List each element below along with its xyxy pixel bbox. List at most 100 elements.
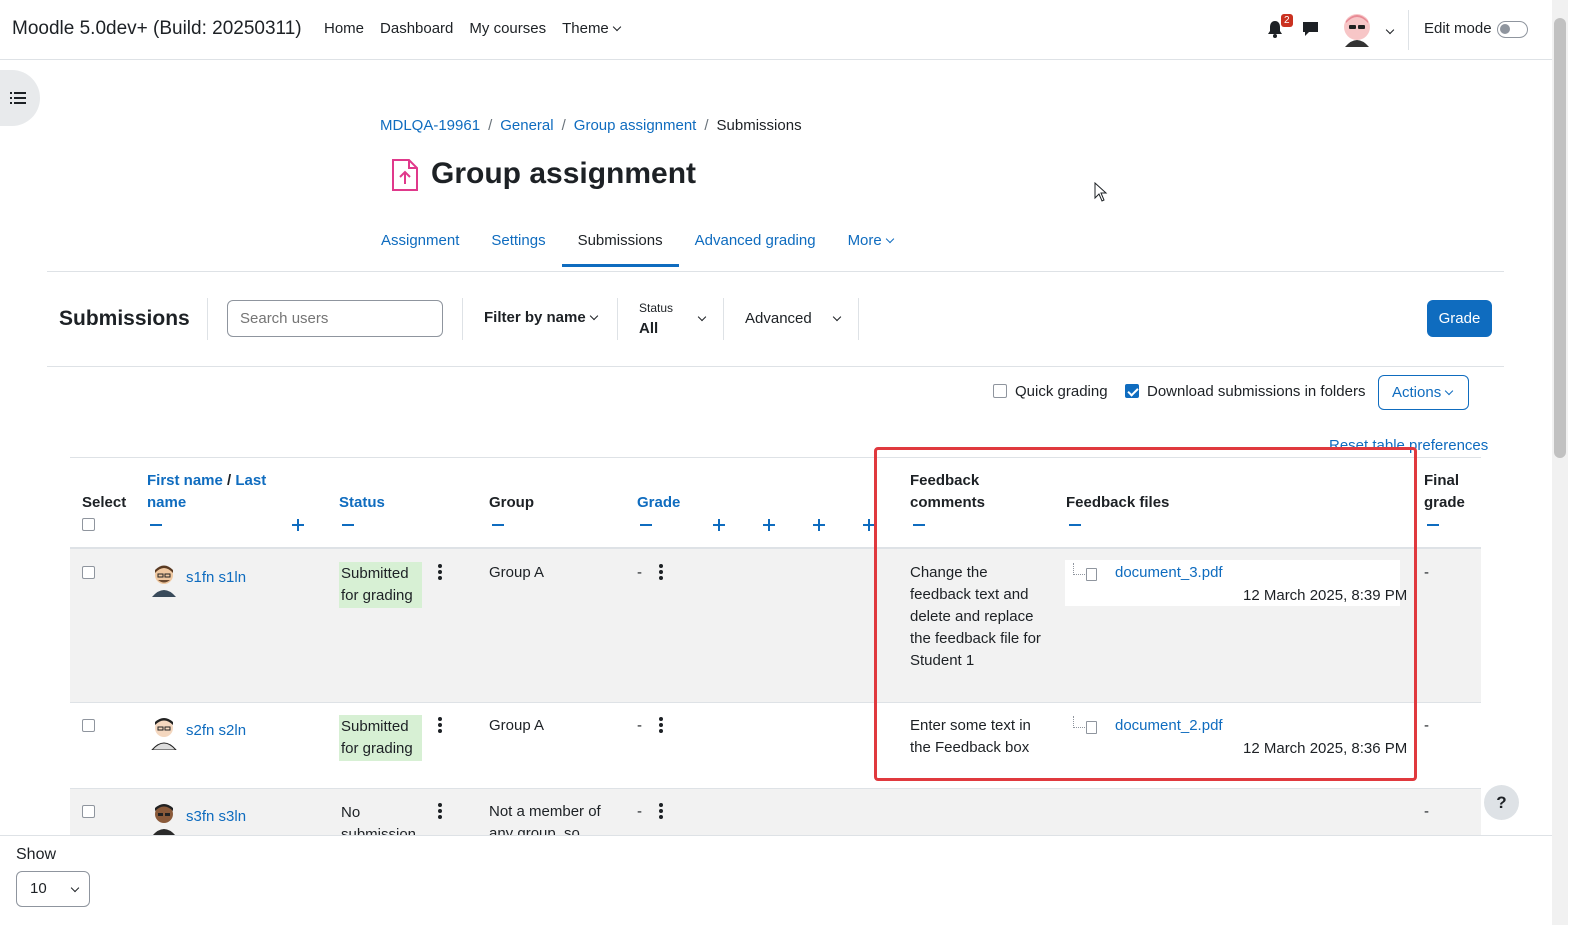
user-avatar[interactable] — [1343, 13, 1371, 47]
avatar — [151, 718, 177, 750]
tab-more-label: More — [847, 232, 882, 249]
actions-dropdown-button[interactable]: Actions — [1378, 375, 1469, 410]
assignment-icon — [392, 159, 418, 191]
collapse-grade-icon[interactable] — [640, 524, 652, 526]
expand-column-icon[interactable] — [813, 519, 825, 531]
search-users-input[interactable] — [227, 300, 443, 337]
chevron-down-icon — [70, 883, 80, 893]
sort-first-name[interactable]: First name — [147, 472, 223, 489]
per-page-value: 10 — [30, 880, 47, 897]
divider — [617, 298, 618, 340]
download-folders-checkbox[interactable] — [1125, 384, 1139, 398]
sort-status[interactable]: Status — [339, 494, 385, 511]
divider — [47, 271, 1504, 272]
breadcrumb-activity[interactable]: Group assignment — [574, 117, 697, 134]
collapse-final-grade-icon[interactable] — [1427, 524, 1439, 526]
course-index-toggle[interactable] — [0, 70, 40, 126]
collapse-status-icon[interactable] — [342, 524, 354, 526]
grade-cell: - — [637, 717, 642, 734]
grade-menu-icon[interactable] — [659, 564, 663, 580]
mouse-cursor-icon — [1094, 182, 1108, 202]
filter-by-name-label: Filter by name — [484, 309, 586, 326]
expand-column-icon[interactable] — [292, 519, 304, 531]
header-grade: Grade — [637, 492, 680, 514]
scrollbar-thumb[interactable] — [1554, 18, 1566, 458]
breadcrumb-course[interactable]: MDLQA-19961 — [380, 117, 480, 134]
filter-by-name-dropdown[interactable]: Filter by name — [484, 309, 598, 326]
notification-count-badge: 2 — [1281, 14, 1293, 27]
quick-grading-checkbox[interactable] — [993, 384, 1007, 398]
collapse-group-icon[interactable] — [492, 524, 504, 526]
row-select-checkbox[interactable] — [82, 719, 95, 732]
nav-home[interactable]: Home — [324, 20, 364, 37]
grade-cell: - — [637, 803, 642, 820]
per-page-select[interactable]: 10 — [16, 871, 90, 907]
header-group: Group — [489, 494, 534, 511]
breadcrumb-separator: / — [561, 117, 566, 134]
status-menu-icon[interactable] — [438, 803, 442, 819]
site-name[interactable]: Moodle 5.0dev+ (Build: 20250311) — [12, 18, 302, 40]
chevron-down-icon — [1444, 386, 1454, 396]
group-cell: Group A — [489, 717, 545, 734]
messages-icon[interactable] — [1302, 21, 1319, 37]
chevron-down-icon — [885, 234, 894, 244]
breadcrumb-separator: / — [488, 117, 493, 134]
select-all-checkbox[interactable] — [82, 518, 95, 531]
advanced-chevron-down-icon[interactable] — [832, 312, 842, 322]
tab-assignment[interactable]: Assignment — [365, 222, 475, 267]
status-filter-label: Status — [639, 301, 674, 315]
nav-divider — [1408, 10, 1409, 50]
breadcrumb: MDLQA-19961/ General / Group assignment / … — [380, 117, 802, 134]
grade-menu-icon[interactable] — [659, 803, 663, 819]
grade-menu-icon[interactable] — [659, 717, 663, 733]
user-name-link[interactable]: s1fn s1ln — [186, 567, 246, 589]
tab-advanced-grading[interactable]: Advanced grading — [679, 222, 832, 267]
nav-theme[interactable]: Theme — [562, 20, 622, 37]
status-menu-icon[interactable] — [438, 717, 442, 733]
edit-mode-label: Edit mode — [1424, 20, 1492, 37]
divider — [723, 298, 724, 340]
divider — [207, 298, 208, 340]
breadcrumb-separator: / — [704, 117, 709, 134]
nav-dashboard[interactable]: Dashboard — [380, 20, 453, 37]
status-filter-value[interactable]: All — [639, 320, 658, 337]
help-button[interactable]: ? — [1484, 785, 1519, 820]
divider — [858, 298, 859, 340]
edit-mode-toggle[interactable] — [1497, 21, 1528, 38]
expand-column-icon[interactable] — [763, 519, 775, 531]
chevron-down-icon — [612, 22, 622, 32]
secondary-navigation: Assignment Settings Submissions Advanced… — [365, 222, 909, 267]
grade-cell: - — [637, 564, 642, 581]
user-menu-chevron-icon[interactable] — [1385, 25, 1395, 35]
grade-button[interactable]: Grade — [1427, 300, 1492, 337]
user-name-link[interactable]: s2fn s2ln — [186, 720, 246, 742]
page-title: Group assignment — [431, 157, 697, 190]
avatar — [152, 804, 176, 836]
sort-grade[interactable]: Grade — [637, 494, 680, 511]
breadcrumb-section[interactable]: General — [500, 117, 553, 134]
expand-column-icon[interactable] — [713, 519, 725, 531]
divider — [462, 298, 463, 340]
tab-submissions[interactable]: Submissions — [561, 222, 679, 267]
collapse-name-icon[interactable] — [150, 524, 162, 526]
nav-my-courses[interactable]: My courses — [469, 20, 546, 37]
show-label: Show — [16, 846, 57, 863]
highlight-box — [874, 447, 1417, 781]
header-select: Select — [82, 494, 127, 511]
quick-grading-label: Quick grading — [1015, 383, 1108, 400]
status-chevron-down-icon[interactable] — [697, 312, 707, 322]
sticky-footer — [0, 835, 1552, 925]
final-grade-cell: - — [1424, 803, 1429, 820]
user-name-link[interactable]: s3fn s3ln — [186, 806, 246, 828]
row-select-checkbox[interactable] — [82, 805, 95, 818]
row-select-checkbox[interactable] — [82, 566, 95, 579]
status-badge: Submitted for grading — [339, 562, 422, 608]
tab-settings[interactable]: Settings — [475, 222, 561, 267]
header-final-grade: Final grade — [1424, 472, 1465, 511]
header-name-separator: / — [227, 472, 232, 489]
advanced-filter-dropdown[interactable]: Advanced — [745, 310, 812, 327]
submissions-heading: Submissions — [59, 307, 190, 330]
chevron-down-icon — [589, 311, 598, 321]
tab-more[interactable]: More — [832, 222, 909, 267]
status-menu-icon[interactable] — [438, 564, 442, 580]
